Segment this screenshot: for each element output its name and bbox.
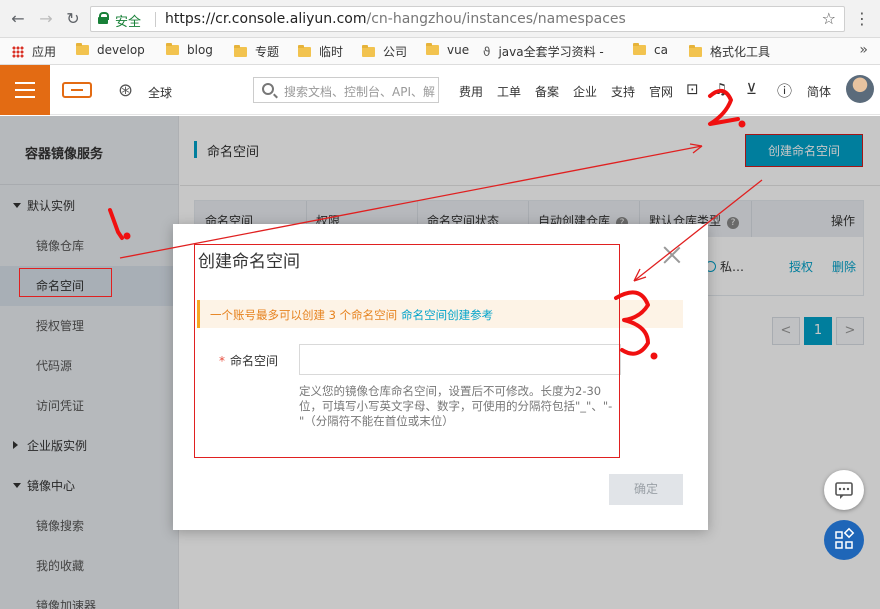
grid-apps-icon bbox=[835, 527, 855, 549]
nav-official-site[interactable]: 官网 bbox=[649, 83, 673, 100]
bookmark-blog[interactable]: blog bbox=[166, 43, 213, 61]
sidebar: 容器镜像服务 默认实例 镜像仓库 命名空间 授权管理 代码源 访问凭证 企业版实… bbox=[0, 116, 179, 609]
folder-icon bbox=[76, 43, 89, 55]
forward-arrow-icon[interactable]: → bbox=[36, 9, 56, 29]
nav-icp[interactable]: 备案 bbox=[535, 83, 559, 100]
bookmark-ca[interactable]: ca bbox=[633, 43, 668, 61]
chat-button[interactable] bbox=[824, 470, 864, 510]
delete-link[interactable]: 删除 bbox=[832, 258, 856, 275]
question-icon[interactable]: ? bbox=[727, 217, 740, 229]
browser-toolbar: ← → ↻ 安全 https://cr.console.aliyun.com/c… bbox=[0, 0, 880, 38]
search-icon bbox=[262, 83, 274, 95]
col-actions: 操作 bbox=[831, 214, 856, 228]
namespace-field-label: 命名空间 bbox=[230, 354, 279, 368]
sidebar-group-default-instance[interactable]: 默认实例 bbox=[0, 186, 179, 226]
create-namespace-button[interactable]: 创建命名空间 bbox=[745, 134, 863, 167]
bookmarks-bar: 应用 develop blog 专题 临时 公司 vue ϑ java全套学习资料… bbox=[0, 38, 880, 65]
help-icon[interactable]: ⓘ bbox=[777, 80, 792, 101]
namespace-help-text: 定义您的镜像仓库命名空间，设置后不可修改。长度为2-30位，可填写小写英文字母、… bbox=[299, 384, 613, 428]
nav-support[interactable]: 支持 bbox=[611, 83, 635, 100]
lock-icon bbox=[98, 12, 109, 24]
apps-grid-icon bbox=[12, 46, 24, 58]
sidebar-item-image-search[interactable]: 镜像搜索 bbox=[0, 506, 179, 546]
folder-icon bbox=[298, 45, 311, 57]
sidebar-group-enterprise[interactable]: 企业版实例 bbox=[0, 426, 179, 466]
sidebar-item-credentials[interactable]: 访问凭证 bbox=[0, 386, 179, 426]
reload-icon[interactable]: ↻ bbox=[63, 9, 83, 29]
folder-icon bbox=[166, 43, 179, 55]
bell-icon[interactable]: ♫ bbox=[714, 80, 727, 98]
nav-enterprise[interactable]: 企业 bbox=[573, 83, 597, 100]
nav-tickets[interactable]: 工单 bbox=[497, 83, 521, 100]
bookmark-vue[interactable]: vue bbox=[426, 43, 469, 61]
link-icon: ϑ bbox=[483, 45, 491, 59]
sidebar-group-image-center[interactable]: 镜像中心 bbox=[0, 466, 179, 506]
folder-icon bbox=[362, 45, 375, 57]
default-type-value: 私… bbox=[705, 258, 744, 275]
caret-down-icon bbox=[13, 203, 21, 208]
namespace-input[interactable] bbox=[299, 344, 621, 375]
bookmark-topics[interactable]: 专题 bbox=[234, 43, 279, 61]
bookmarks-more[interactable]: » bbox=[859, 42, 868, 58]
limit-notice: 一个账号最多可以创建 3 个命名空间 命名空间创建参考 bbox=[197, 300, 683, 328]
confirm-button[interactable]: 确定 bbox=[609, 474, 683, 505]
console-header: ⊛ 全球 搜索文档、控制台、API、解 费用 工单 备案 企业 支持 官网 ⊡ … bbox=[0, 65, 880, 115]
pagination-next[interactable]: > bbox=[836, 317, 864, 345]
globe-icon[interactable]: ⊛ bbox=[118, 80, 133, 101]
sidebar-item-repositories[interactable]: 镜像仓库 bbox=[0, 226, 179, 266]
create-namespace-dialog: 创建命名空间 一个账号最多可以创建 3 个命名空间 命名空间创建参考 * 命名空间… bbox=[173, 224, 708, 530]
sidebar-item-authorization[interactable]: 授权管理 bbox=[0, 306, 179, 346]
address-bar[interactable]: 安全 https://cr.console.aliyun.com/cn-hang… bbox=[90, 6, 845, 32]
browser-menu-icon[interactable]: ⋮ bbox=[854, 9, 870, 28]
pagination-prev[interactable]: < bbox=[772, 317, 800, 345]
language-switch[interactable]: 简体 bbox=[807, 83, 831, 100]
bookmark-formatter[interactable]: 格式化工具 bbox=[689, 43, 770, 61]
authorize-link[interactable]: 授权 bbox=[789, 258, 813, 275]
sidebar-item-favorites[interactable]: 我的收藏 bbox=[0, 546, 179, 586]
sidebar-title: 容器镜像服务 bbox=[25, 147, 104, 162]
bookmark-temp[interactable]: 临时 bbox=[298, 43, 343, 61]
cart-icon[interactable]: ⊻ bbox=[746, 80, 757, 98]
bookmark-star-icon[interactable]: ☆ bbox=[822, 9, 836, 28]
url-text[interactable]: https://cr.console.aliyun.com/cn-hangzho… bbox=[165, 11, 626, 27]
folder-icon bbox=[633, 43, 646, 55]
bookmark-java[interactable]: ϑ java全套学习资料 - bbox=[483, 43, 604, 61]
folder-icon bbox=[689, 45, 702, 57]
back-arrow-icon[interactable]: ← bbox=[8, 9, 28, 29]
bookmark-apps[interactable]: 应用 bbox=[12, 43, 56, 61]
pagination-page-1[interactable]: 1 bbox=[804, 317, 832, 345]
hamburger-menu-icon[interactable] bbox=[0, 65, 50, 115]
global-search[interactable]: 搜索文档、控制台、API、解 bbox=[253, 77, 439, 103]
aliyun-logo-icon[interactable] bbox=[62, 82, 92, 98]
terminal-icon[interactable]: ⊡ bbox=[686, 80, 699, 98]
nav-billing[interactable]: 费用 bbox=[459, 83, 483, 100]
sidebar-item-accelerator[interactable]: 镜像加速器 bbox=[0, 586, 179, 609]
bookmark-develop[interactable]: develop bbox=[76, 43, 145, 61]
page-title: 命名空间 bbox=[207, 145, 260, 160]
namespace-reference-link[interactable]: 命名空间创建参考 bbox=[401, 308, 493, 322]
secure-label: 安全 bbox=[115, 15, 142, 30]
avatar[interactable] bbox=[846, 75, 874, 103]
required-mark: * bbox=[219, 354, 225, 368]
search-placeholder: 搜索文档、控制台、API、解 bbox=[284, 85, 435, 99]
chat-icon bbox=[835, 482, 853, 499]
close-icon[interactable] bbox=[663, 246, 681, 264]
apps-button[interactable] bbox=[824, 520, 864, 560]
sidebar-item-code-source[interactable]: 代码源 bbox=[0, 346, 179, 386]
folder-icon bbox=[234, 45, 247, 57]
caret-down-icon bbox=[13, 483, 21, 488]
region-selector[interactable]: 全球 bbox=[148, 84, 172, 101]
bookmark-company[interactable]: 公司 bbox=[362, 43, 407, 61]
folder-icon bbox=[426, 43, 439, 55]
caret-right-icon bbox=[13, 441, 18, 449]
dialog-title: 创建命名空间 bbox=[198, 252, 300, 272]
sidebar-item-namespaces[interactable]: 命名空间 bbox=[0, 266, 179, 306]
